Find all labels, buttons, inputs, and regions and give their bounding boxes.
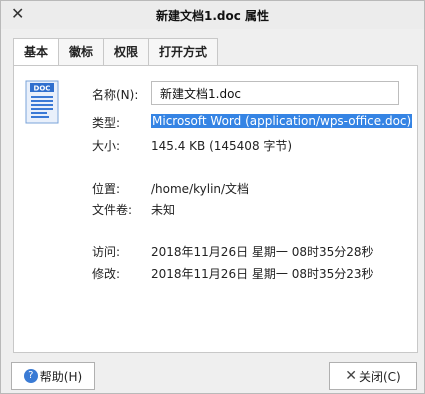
close-button[interactable]: ✕ 关闭(C) <box>329 362 417 390</box>
accessed-value: 2018年11月26日 星期一 08时35分28秒 <box>151 245 374 259</box>
window-title: 新建文档1.doc 属性 <box>155 9 270 23</box>
properties-dialog: ✕ 新建文档1.doc 属性 基本 徽标 权限 打开方式 DOC 名称(N): … <box>0 0 425 394</box>
tab-basic[interactable]: 基本 <box>13 38 60 67</box>
volume-label: 文件卷: <box>92 203 133 217</box>
basic-panel: DOC 名称(N): 类型: Microsoft Word (applicati… <box>13 65 418 353</box>
svg-text:DOC: DOC <box>34 85 51 93</box>
volume-value: 未知 <box>151 203 176 217</box>
close-icon: ✕ <box>345 368 357 384</box>
help-button[interactable]: ? 帮助(H) <box>11 362 95 390</box>
help-button-label: 帮助(H) <box>39 369 83 384</box>
tab-emblems[interactable]: 徽标 <box>58 38 105 65</box>
type-label: 类型: <box>92 116 121 130</box>
modified-value: 2018年11月26日 星期一 08时35分23秒 <box>151 267 374 281</box>
tab-permissions[interactable]: 权限 <box>103 38 150 65</box>
name-label: 名称(N): <box>92 88 139 102</box>
modified-label: 修改: <box>92 267 121 281</box>
size-label: 大小: <box>92 139 121 153</box>
tab-bar: 基本 徽标 权限 打开方式 <box>13 38 219 67</box>
location-label: 位置: <box>92 182 121 196</box>
name-field[interactable] <box>151 81 399 105</box>
location-value: /home/kylin/文档 <box>151 182 250 196</box>
size-value: 145.4 KB (145408 字节) <box>151 139 293 153</box>
type-value[interactable]: Microsoft Word (application/wps-office.d… <box>151 114 413 128</box>
close-button-label: 关闭(C) <box>358 369 401 384</box>
help-icon: ? <box>23 369 38 383</box>
title-bar: ✕ 新建文档1.doc 属性 <box>1 1 424 29</box>
tab-open-with[interactable]: 打开方式 <box>148 38 219 65</box>
type-value-text: Microsoft Word (application/wps-office.d… <box>151 114 413 128</box>
accessed-label: 访问: <box>92 245 121 259</box>
doc-file-icon: DOC <box>24 80 60 124</box>
